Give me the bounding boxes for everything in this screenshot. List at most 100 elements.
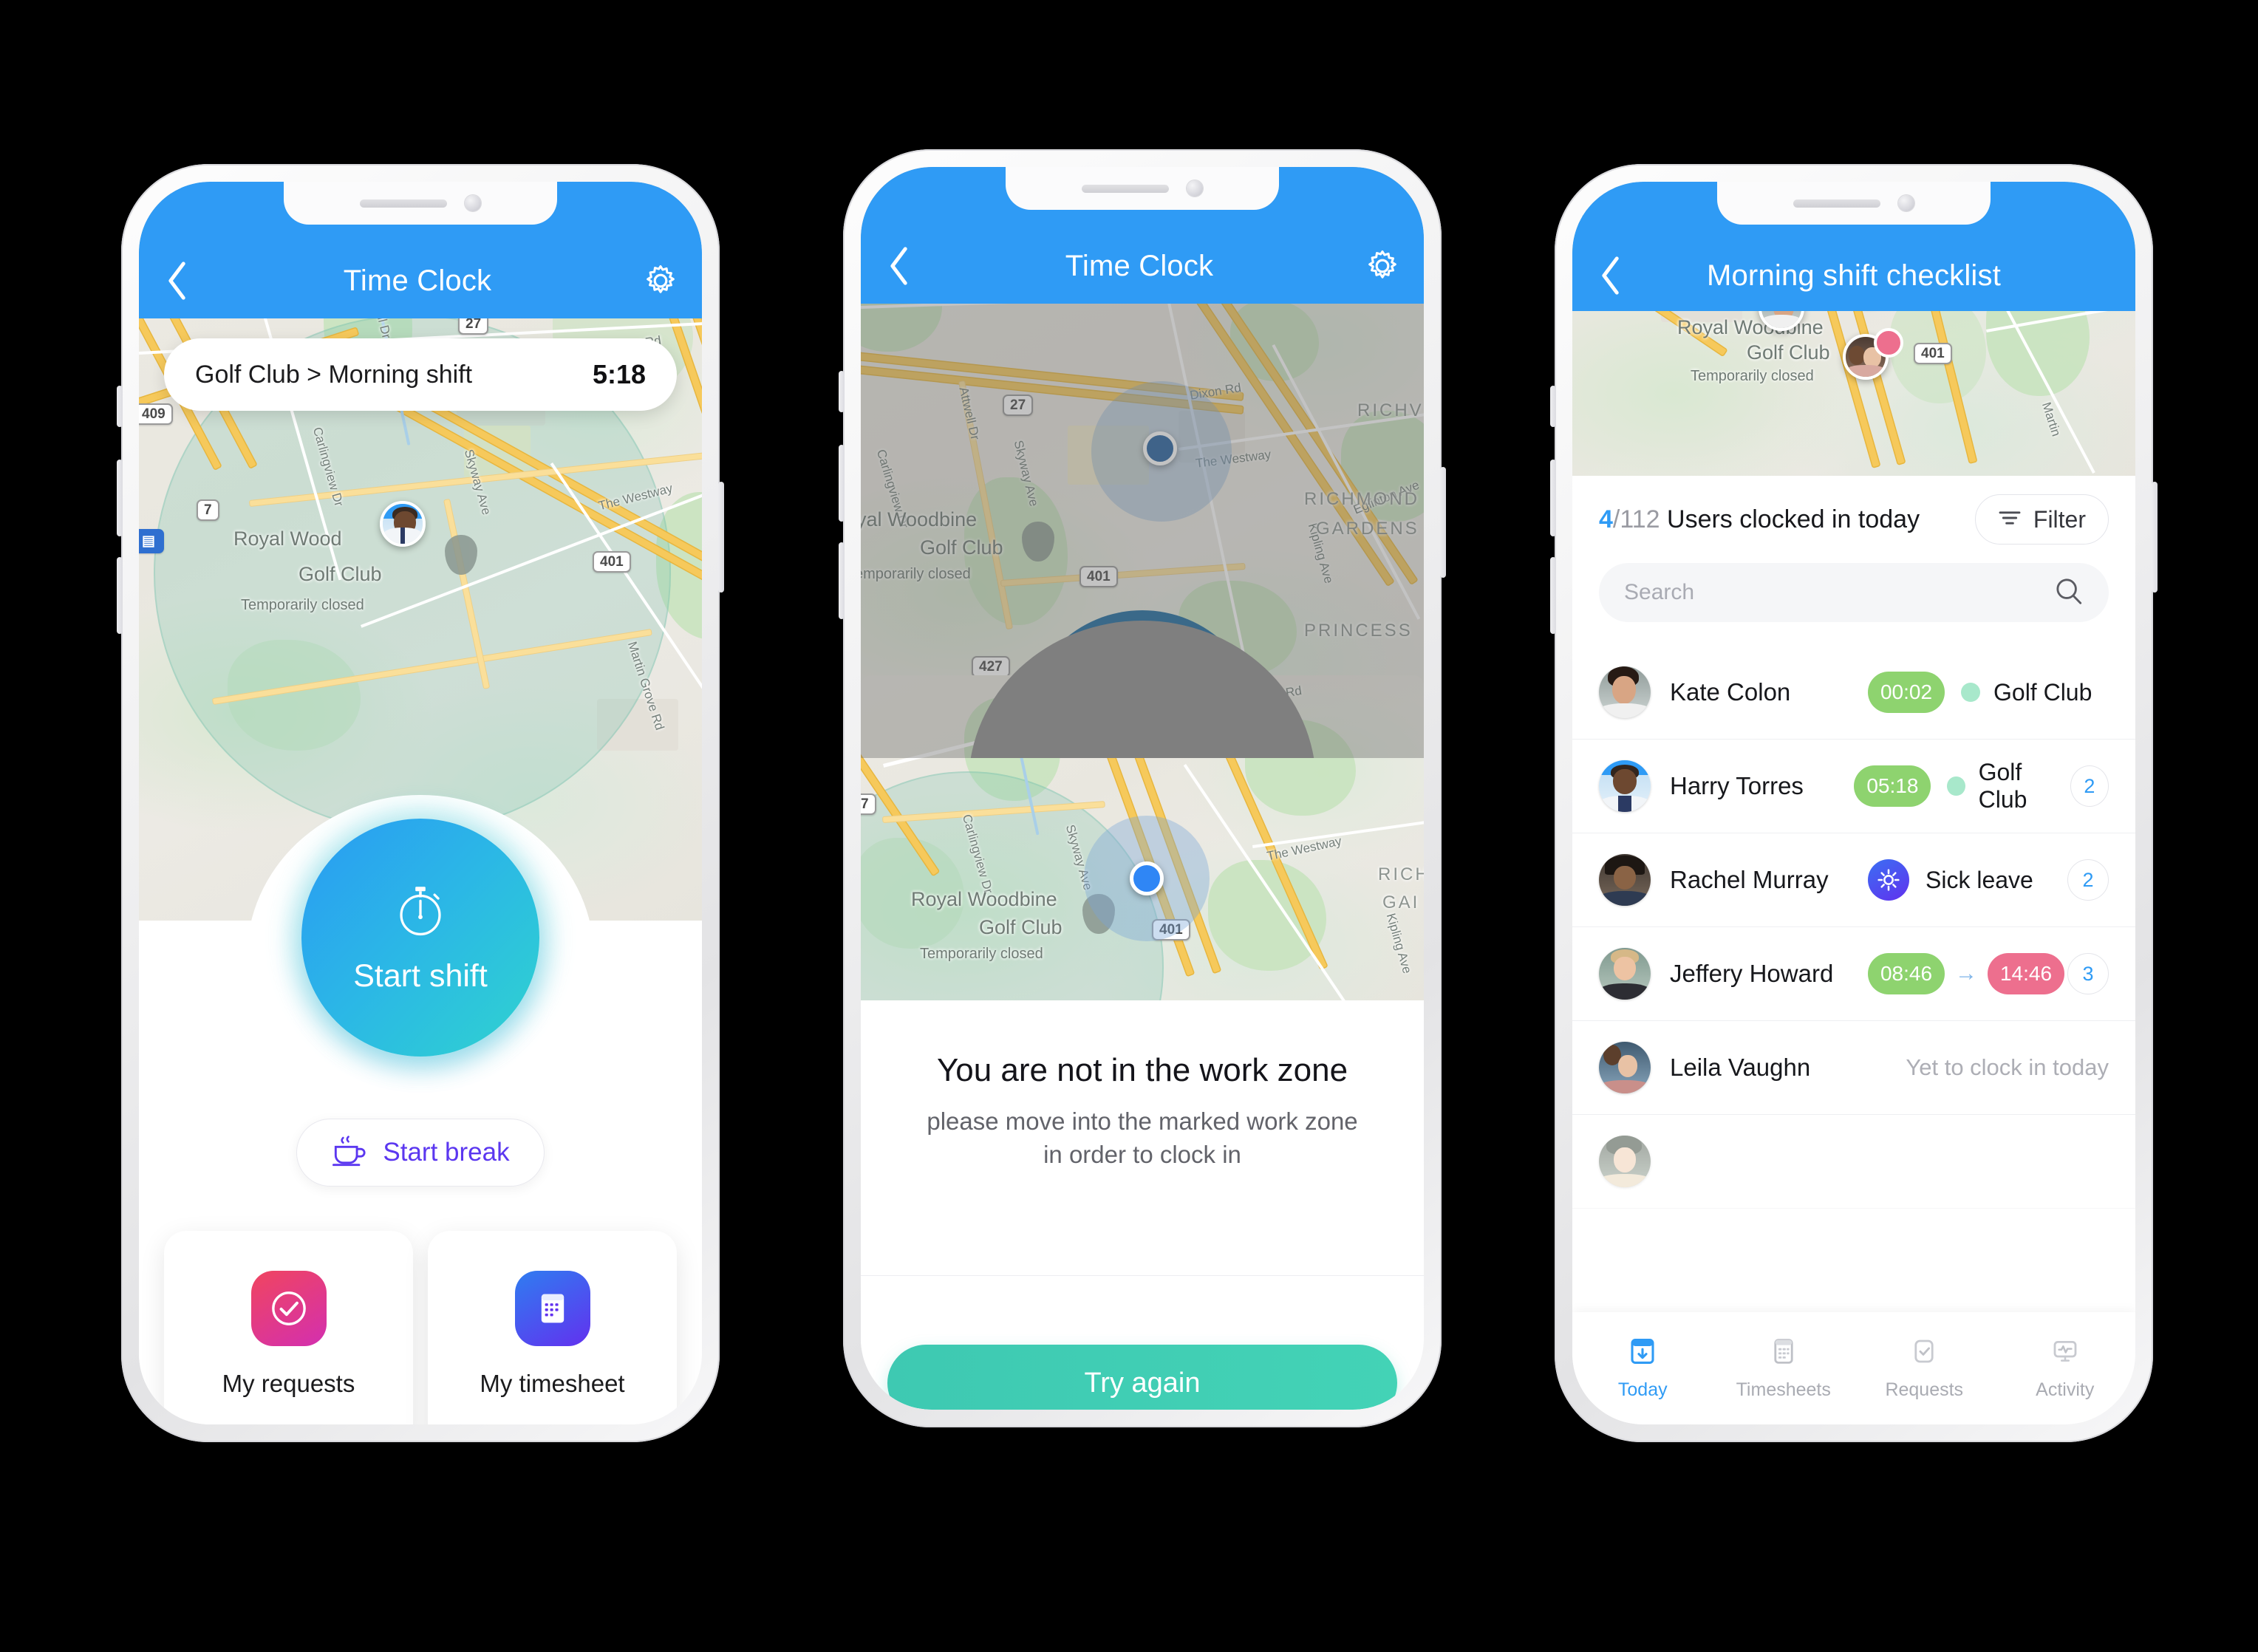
volume-down-button[interactable] <box>1550 557 1556 634</box>
current-user-marker[interactable] <box>380 501 426 547</box>
front-camera <box>1898 195 1914 211</box>
page-title: Time Clock <box>343 264 492 297</box>
table-row[interactable]: Harry Torres 05:18 Golf Club 2 <box>1572 740 2135 833</box>
back-button[interactable] <box>146 259 210 302</box>
place-name: Golf Club <box>1747 341 1830 363</box>
mute-switch[interactable] <box>117 386 123 427</box>
place-status: Temporarily closed <box>920 946 1043 962</box>
search-placeholder: Search <box>1624 580 1695 604</box>
start-shift-button[interactable]: Start shift <box>301 819 539 1057</box>
mute-switch[interactable] <box>839 371 845 412</box>
tab-requests[interactable]: Requests <box>1854 1312 1995 1424</box>
mute-switch[interactable] <box>1550 386 1556 427</box>
user-name: Kate Colon <box>1670 678 1791 706</box>
quick-action-tiles: My requests My timesheet <box>164 1231 677 1424</box>
calendar-icon <box>514 1271 590 1346</box>
my-requests-tile[interactable]: My requests <box>164 1231 413 1424</box>
front-camera <box>1187 180 1203 197</box>
phone1-screen: 409 7 27 401 ▤ Carlingview Dr Skyway Ave… <box>139 182 702 1424</box>
user-status: Sick leave <box>1926 866 2033 893</box>
power-button[interactable] <box>1440 467 1446 578</box>
try-again-button[interactable]: Try again <box>887 1345 1397 1410</box>
start-break-label: Start break <box>383 1138 510 1167</box>
calendar-icon <box>1768 1336 1799 1371</box>
power-button[interactable] <box>2152 482 2158 593</box>
volume-up-button[interactable] <box>117 460 123 536</box>
out-of-zone-message: You are not in the work zone please move… <box>861 1052 1424 1172</box>
coffee-cup-icon <box>331 1134 368 1172</box>
status-badge[interactable]: 3 <box>2067 953 2109 994</box>
status-badge[interactable]: 2 <box>2067 859 2109 901</box>
table-row[interactable]: Kate Colon 00:02 Golf Club <box>1572 646 2135 740</box>
highway-shield: 409 <box>139 403 173 425</box>
clock-out-time: 14:46 <box>1988 953 2064 994</box>
status-badge[interactable]: 2 <box>2070 765 2109 807</box>
earpiece-speaker <box>1082 184 1169 193</box>
try-again-label: Try again <box>1084 1367 1201 1399</box>
tab-timesheets[interactable]: Timesheets <box>1713 1312 1855 1424</box>
user-name: Jeffery Howard <box>1670 960 1834 987</box>
device-notch <box>1717 182 1991 225</box>
team-marker-3-badge <box>1874 328 1903 358</box>
back-button[interactable] <box>1580 254 1643 297</box>
user-name: Harry Torres <box>1670 772 1804 799</box>
stopwatch-icon <box>390 881 451 945</box>
tab-requests-label: Requests <box>1885 1379 1964 1400</box>
status-dot <box>1961 683 1980 702</box>
clocked-in-count: 4 <box>1599 505 1613 533</box>
table-row[interactable]: Rachel Murray Sick leave 2 <box>1572 833 2135 927</box>
volume-down-button[interactable] <box>839 542 845 619</box>
back-button[interactable] <box>868 245 932 287</box>
highway-shield: 401 <box>1914 343 1952 364</box>
earpiece-speaker <box>1793 199 1880 208</box>
settings-button[interactable] <box>625 262 696 300</box>
phone3-screen: 409 7 401 ▤ Carlingview Dr Skyway Ave Th… <box>1572 182 2135 1424</box>
search-icon[interactable] <box>2054 576 2084 610</box>
user-list[interactable]: Kate Colon 00:02 Golf Club Harry Torres … <box>1572 646 2135 1312</box>
clocked-in-total: /112 <box>1612 505 1660 533</box>
screenshot-stage: 409 7 27 401 ▤ Carlingview Dr Skyway Ave… <box>0 0 2258 1652</box>
current-location-dot <box>1130 861 1164 895</box>
clock-in-time: 08:46 <box>1868 953 1945 994</box>
place-name: Golf Club <box>299 563 382 585</box>
front-camera <box>465 195 481 211</box>
tab-today[interactable]: Today <box>1572 1312 1713 1424</box>
area-label: RICH <box>1378 864 1424 884</box>
tab-timesheets-label: Timesheets <box>1736 1379 1831 1400</box>
table-row[interactable]: Jeffery Howard 08:46 → 14:46 3 <box>1572 927 2135 1021</box>
settings-button[interactable] <box>1347 247 1418 285</box>
volume-up-button[interactable] <box>1550 460 1556 536</box>
status-dot <box>1947 776 1965 796</box>
check-square-icon <box>1909 1336 1940 1371</box>
phone-mockup-shift-checklist: 409 7 401 ▤ Carlingview Dr Skyway Ave Th… <box>1550 164 2158 1442</box>
my-timesheet-tile[interactable]: My timesheet <box>428 1231 677 1424</box>
shift-chip-time: 5:18 <box>592 359 646 389</box>
tab-activity-label: Activity <box>2036 1379 2095 1400</box>
search-input[interactable]: Search <box>1599 563 2109 622</box>
divider <box>861 1275 1424 1276</box>
page-title: Time Clock <box>1065 249 1214 282</box>
volume-down-button[interactable] <box>117 557 123 634</box>
phone2-screen: 409 401 27 427 401 Belfield Rd Attwell D… <box>861 167 1424 1410</box>
avatar <box>1599 760 1651 812</box>
page-title: Morning shift checklist <box>1706 259 2002 292</box>
table-row[interactable]: Leila Vaughn Yet to clock in today <box>1572 1021 2135 1115</box>
user-name: Leila Vaughn <box>1670 1054 1811 1081</box>
clock-in-time: 00:02 <box>1868 672 1945 713</box>
power-button[interactable] <box>718 482 724 593</box>
my-requests-label: My requests <box>222 1370 355 1397</box>
place-status: Temporarily closed <box>1691 368 1814 384</box>
current-shift-chip[interactable]: Golf Club > Morning shift 5:18 <box>164 338 677 411</box>
start-shift-label: Start shift <box>353 958 488 994</box>
arrow-right-icon: → <box>1955 961 1977 986</box>
my-timesheet-label: My timesheet <box>480 1370 625 1397</box>
tab-activity[interactable]: Activity <box>1995 1312 2136 1424</box>
user-name <box>1670 1147 1868 1175</box>
volume-up-button[interactable] <box>839 445 845 522</box>
filter-button[interactable]: Filter <box>1974 494 2109 545</box>
table-row[interactable] <box>1572 1115 2135 1209</box>
area-label: GAI <box>1382 892 1420 912</box>
start-break-button[interactable]: Start break <box>296 1119 545 1187</box>
zone-subtitle-line2: in order to clock in <box>1043 1140 1241 1168</box>
earpiece-speaker <box>360 199 447 208</box>
